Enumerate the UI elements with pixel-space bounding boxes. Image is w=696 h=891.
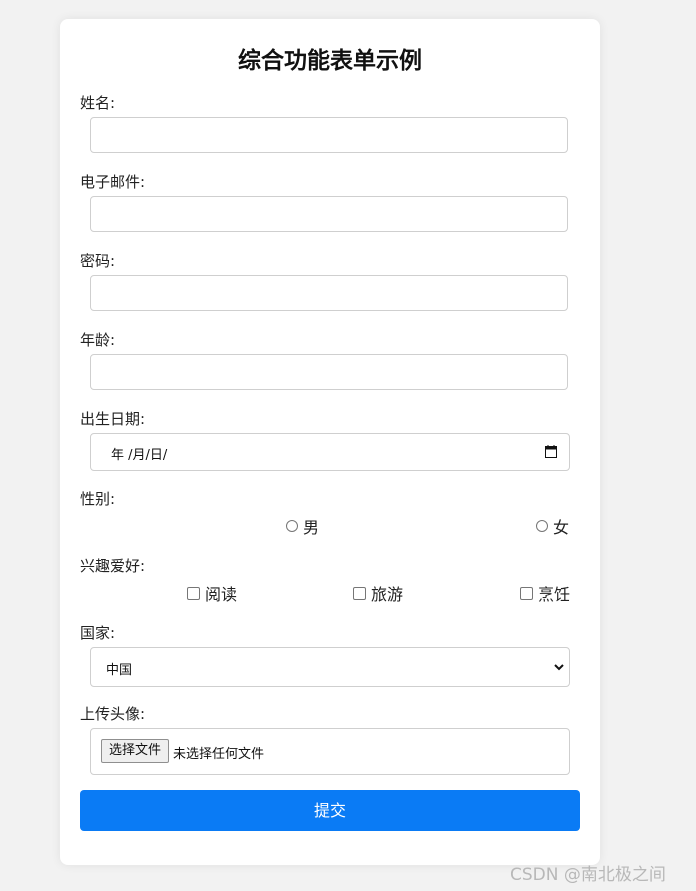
hobby-option-cooking[interactable]: 烹饪 <box>520 581 570 605</box>
country-selected-value: 中国 <box>106 663 133 678</box>
birthdate-input[interactable]: 年 /月/日/ <box>90 433 570 471</box>
page-title: 综合功能表单示例 <box>238 48 422 74</box>
hobby-travel-label: 旅游 <box>371 585 404 604</box>
gender-option-male[interactable]: 男 <box>286 514 319 538</box>
gender-female-label: 女 <box>553 518 570 537</box>
email-label: 电子邮件: <box>80 173 146 191</box>
checkbox-reading[interactable] <box>187 586 200 600</box>
gender-option-female[interactable]: 女 <box>536 514 569 538</box>
avatar-file-input[interactable]: 选择文件 未选择任何文件 <box>90 728 570 775</box>
submit-button[interactable]: 提交 <box>80 790 580 831</box>
avatar-label: 上传头像: <box>80 705 146 723</box>
hobby-option-reading[interactable]: 阅读 <box>187 581 237 605</box>
radio-female[interactable] <box>536 520 548 532</box>
calendar-icon[interactable] <box>545 445 557 458</box>
gender-label: 性别: <box>80 490 116 508</box>
birthdate-placeholder: 年 /月/日/ <box>111 448 168 463</box>
hobbies-label: 兴趣爱好: <box>80 557 146 575</box>
name-input[interactable] <box>90 117 568 153</box>
chevron-down-icon <box>554 664 564 671</box>
file-status-text: 未选择任何文件 <box>173 747 265 762</box>
name-label: 姓名: <box>80 94 116 112</box>
radio-male[interactable] <box>286 520 298 532</box>
password-label: 密码: <box>80 252 116 270</box>
checkbox-cooking[interactable] <box>520 586 533 600</box>
age-label: 年龄: <box>80 331 116 349</box>
email-input[interactable] <box>90 196 568 232</box>
country-select[interactable]: 中国 <box>90 647 570 687</box>
form-card: 综合功能表单示例 姓名: 电子邮件: 密码: 年龄: 出生日期: 年 /月/日/… <box>60 19 600 865</box>
hobby-reading-label: 阅读 <box>205 585 238 604</box>
hobby-cooking-label: 烹饪 <box>538 585 571 604</box>
choose-file-button[interactable]: 选择文件 <box>101 739 170 763</box>
watermark: CSDN @南北极之间 <box>510 865 666 885</box>
password-input[interactable] <box>90 275 568 311</box>
checkbox-travel[interactable] <box>353 586 366 600</box>
hobby-option-travel[interactable]: 旅游 <box>353 581 403 605</box>
country-label: 国家: <box>80 624 116 642</box>
birthdate-label: 出生日期: <box>80 410 146 428</box>
gender-male-label: 男 <box>303 518 320 537</box>
age-input[interactable] <box>90 354 568 390</box>
